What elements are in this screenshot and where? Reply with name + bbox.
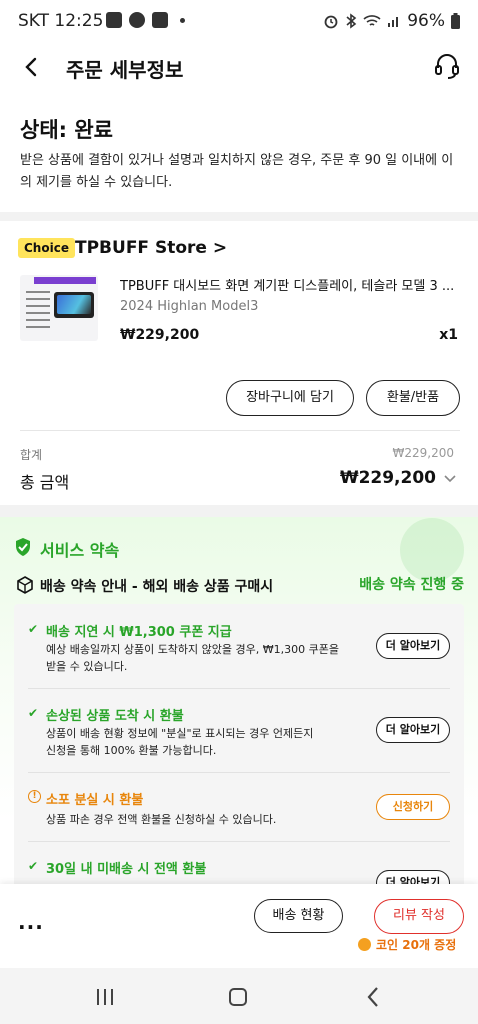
order-details-screen: SKT 12:25 96% 주문 세부정보 상태: 완료 받은 상품에 결함이 … bbox=[0, 0, 478, 1024]
service-title: 서비스 약속 bbox=[40, 541, 120, 560]
thumbnail-feature-line bbox=[26, 305, 50, 307]
promise-item-desc: 상품 파손 경우 전액 환불을 신청하실 수 있습니다. bbox=[46, 813, 277, 826]
thumbnail-banner bbox=[34, 277, 96, 284]
thumbnail-feature-line bbox=[26, 312, 50, 314]
thumbnail-feature-line bbox=[26, 291, 50, 293]
promise-item-desc: 상품이 배송 현황 정보에 "분실"로 표시되는 경우 언제든지 bbox=[46, 727, 314, 740]
thumbnail-display bbox=[54, 292, 94, 318]
product-price: ₩229,200 bbox=[120, 327, 200, 343]
total-label: 총 금액 bbox=[20, 473, 70, 492]
product-variant: 2024 Highlan Model3 bbox=[120, 299, 259, 314]
system-icons: 96% bbox=[323, 11, 460, 31]
promise-item-desc: 받을 수 있습니다. bbox=[46, 660, 128, 673]
status-bar: SKT 12:25 96% bbox=[0, 0, 478, 42]
app-header: 주문 세부정보 bbox=[0, 42, 478, 92]
headset-icon[interactable] bbox=[434, 52, 460, 80]
item-divider bbox=[28, 841, 450, 842]
thumbnail-feature-line bbox=[26, 319, 50, 321]
thumbnail-feature-line bbox=[26, 326, 50, 328]
promise-item-title: 손상된 상품 도착 시 환불 bbox=[46, 709, 184, 724]
check-icon: ✔ bbox=[28, 622, 39, 636]
subtotal-label: 합계 bbox=[20, 448, 43, 462]
nav-back-icon[interactable] bbox=[366, 986, 380, 1008]
link-icon bbox=[129, 12, 145, 28]
more-options-button[interactable]: ... bbox=[18, 910, 44, 934]
shield-watermark-icon bbox=[400, 518, 464, 582]
summary-divider bbox=[20, 430, 460, 431]
delivery-promise-subtitle: 배송 약속 안내 - 해외 배송 상품 구매시 bbox=[40, 579, 274, 595]
promise-item-desc: 신청을 통해 100% 환불 가능합니다. bbox=[46, 744, 217, 757]
shield-check-icon bbox=[16, 538, 30, 556]
tracking-button[interactable]: 배송 현황 bbox=[254, 899, 343, 933]
bluetooth-icon bbox=[346, 13, 357, 29]
signal-icon bbox=[388, 17, 399, 27]
check-icon: ✔ bbox=[28, 706, 39, 720]
info-icon: ! bbox=[28, 790, 41, 803]
coin-reward-text: 코인 20개 증정 bbox=[376, 938, 457, 952]
coin-icon bbox=[358, 938, 371, 951]
promise-item-title: 배송 지연 시 ₩1,300 쿠폰 지급 bbox=[46, 625, 232, 640]
add-to-cart-button[interactable]: 장바구니에 담기 bbox=[226, 380, 354, 416]
section-divider bbox=[0, 212, 478, 221]
promise-item-title: 소포 분실 시 환불 bbox=[46, 793, 144, 808]
learn-more-button[interactable]: 더 알아보기 bbox=[376, 633, 450, 659]
back-arrow-icon[interactable] bbox=[24, 57, 38, 77]
order-status: 상태: 완료 bbox=[20, 118, 113, 142]
apply-button[interactable]: 신청하기 bbox=[376, 794, 450, 820]
subtotal-value: ₩229,200 bbox=[392, 446, 455, 460]
gallery-icon bbox=[152, 12, 168, 28]
learn-more-button[interactable]: 더 알아보기 bbox=[376, 717, 450, 743]
item-divider bbox=[28, 772, 450, 773]
chevron-down-icon[interactable] bbox=[444, 475, 456, 483]
delivery-promise-status: 배송 약속 진행 중 bbox=[359, 577, 464, 593]
check-icon: ✔ bbox=[28, 859, 39, 873]
battery-text: 96% bbox=[407, 11, 445, 31]
package-icon bbox=[17, 576, 33, 594]
promise-item-title: 30일 내 미배송 시 전액 환불 bbox=[46, 862, 207, 877]
total-value[interactable]: ₩229,200 bbox=[340, 468, 436, 488]
thumbnail-feature-line bbox=[26, 298, 50, 300]
page-title: 주문 세부정보 bbox=[66, 58, 184, 82]
wifi-icon bbox=[363, 15, 381, 26]
promise-item-desc: 예상 배송일까지 상품이 도착하지 않았을 경우, ₩1,300 쿠폰을 bbox=[46, 643, 339, 656]
dispute-notice: 받은 상품에 결함이 있거나 설명과 일치하지 않은 경우, 주문 후 90 일… bbox=[20, 153, 454, 190]
store-name-link[interactable]: TPBUFF Store > bbox=[75, 238, 227, 258]
home-icon[interactable] bbox=[229, 988, 247, 1006]
product-thumbnail[interactable] bbox=[20, 275, 98, 341]
product-name[interactable]: TPBUFF 대시보드 화면 계기판 디스플레이, 테슬라 모델 3 ... bbox=[120, 275, 460, 294]
alarm-icon bbox=[324, 15, 338, 29]
notification-icons bbox=[106, 12, 185, 28]
item-divider bbox=[28, 688, 450, 689]
recent-apps-icon[interactable] bbox=[95, 988, 115, 1006]
section-divider bbox=[0, 505, 478, 517]
status-time: SKT 12:25 bbox=[18, 11, 104, 31]
dot-icon bbox=[180, 18, 185, 23]
choice-badge: Choice bbox=[18, 238, 75, 258]
battery-icon bbox=[451, 13, 460, 29]
app-notification-icon bbox=[106, 12, 122, 28]
write-review-button[interactable]: 리뷰 작성 bbox=[374, 899, 464, 934]
refund-return-button[interactable]: 환불/반품 bbox=[366, 380, 460, 416]
product-quantity: x1 bbox=[439, 327, 458, 343]
